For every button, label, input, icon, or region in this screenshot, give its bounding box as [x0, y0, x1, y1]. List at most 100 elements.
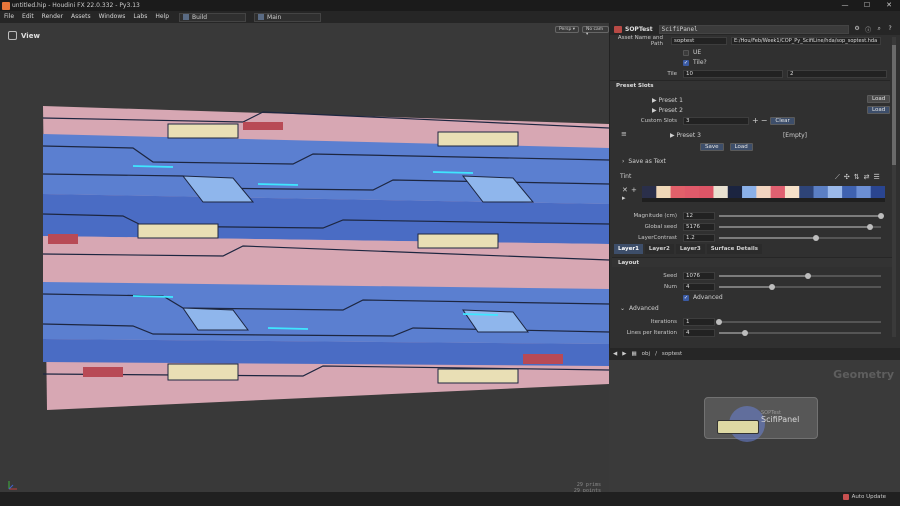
tab-layer2[interactable]: Layer2 — [644, 244, 674, 254]
global-seed-slider[interactable] — [719, 223, 881, 230]
tab-layer1[interactable]: Layer1 — [614, 244, 643, 254]
preset1-label[interactable]: ▶ Preset 1 — [652, 97, 683, 104]
close-button[interactable]: ✕ — [878, 0, 900, 11]
ramp-color-stop[interactable] — [684, 186, 700, 198]
menu-ramp-icon[interactable]: ☰ — [874, 173, 880, 182]
pane-selector[interactable]: Main — [254, 12, 322, 22]
menu-render[interactable]: Render — [38, 11, 67, 23]
ramp-color-stop[interactable] — [742, 186, 757, 198]
slider-knob[interactable] — [805, 272, 812, 279]
tab-surface-details[interactable]: Surface Details — [706, 244, 762, 254]
ramp-color-stop[interactable] — [856, 186, 872, 198]
preset1-load-button[interactable]: Load — [867, 95, 891, 103]
node-name-field[interactable]: ScifiPanel — [658, 24, 849, 34]
menu-help[interactable]: Help — [151, 11, 173, 23]
path-soptest[interactable]: soptest — [662, 351, 682, 357]
flip-ramp-icon[interactable]: ⇅ — [854, 173, 860, 182]
back-arrow-icon[interactable]: ◀ — [613, 351, 617, 357]
info-icon[interactable]: ⓘ — [863, 25, 874, 34]
ramp-color-stop[interactable] — [656, 186, 672, 198]
magnitude-field[interactable]: 12 — [683, 211, 715, 220]
save-as-text-label[interactable]: Save as Text — [628, 158, 665, 165]
scrollbar-thumb[interactable] — [892, 45, 896, 165]
menu-windows[interactable]: Windows — [95, 11, 130, 23]
scifipanel-node[interactable] — [717, 420, 759, 434]
minimize-button[interactable]: — — [834, 0, 856, 11]
persp-menu-button[interactable]: Persp ▾ — [555, 26, 580, 33]
ramp-color-stop[interactable] — [713, 186, 729, 198]
slider-knob[interactable] — [741, 329, 748, 336]
ramp-color-stop[interactable] — [813, 186, 829, 198]
parameter-scrollbar[interactable] — [892, 37, 896, 337]
network-editor[interactable]: Geometry ScifiPanel SOPTest — [609, 360, 900, 492]
load-preset-button[interactable]: Load — [729, 142, 753, 151]
lines-slider[interactable] — [719, 329, 881, 336]
advanced-folder-label[interactable]: Advanced — [629, 305, 659, 312]
move-ramp-icon[interactable]: ✣ — [844, 173, 850, 182]
menu-edit[interactable]: Edit — [18, 11, 38, 23]
play-icon[interactable]: ▸ — [622, 194, 637, 202]
global-seed-field[interactable]: 5176 — [683, 222, 715, 231]
maximize-button[interactable]: ☐ — [856, 0, 878, 11]
clear-slots-button[interactable]: Clear — [770, 116, 795, 125]
help-icon[interactable]: ? — [885, 25, 896, 34]
seed-slider[interactable] — [719, 272, 881, 279]
preset2-load-button[interactable]: Load — [867, 106, 891, 114]
advanced-checkbox[interactable]: ✓ — [683, 294, 689, 301]
gear-icon[interactable]: ⚙ — [852, 25, 863, 34]
edit-ramp-icon[interactable]: ⟋ — [835, 173, 840, 182]
slider-knob[interactable] — [716, 318, 722, 325]
ramp-color-stop[interactable] — [842, 186, 857, 198]
ramp-color-stop[interactable] — [642, 186, 657, 198]
forward-arrow-icon[interactable]: ▶ — [622, 351, 626, 357]
ramp-color-stop[interactable] — [699, 186, 714, 198]
remove-slot-icon[interactable]: − — [761, 116, 768, 125]
preset2-label[interactable]: ▶ Preset 2 — [652, 107, 683, 114]
spread-ramp-icon[interactable]: ⇄ — [864, 173, 870, 182]
tint-color-ramp[interactable] — [642, 186, 885, 202]
slider-knob[interactable] — [813, 234, 820, 241]
num-field[interactable]: 4 — [683, 282, 715, 291]
magnitude-slider[interactable] — [719, 212, 884, 219]
ue-checkbox[interactable] — [683, 49, 689, 56]
ramp-color-stop[interactable] — [870, 186, 885, 198]
menu-labs[interactable]: Labs — [129, 11, 151, 23]
chevron-right-icon[interactable]: › — [622, 158, 624, 165]
drag-handle-icon[interactable]: ≡ — [621, 130, 627, 138]
camera-menu-button[interactable]: No cam ▾ — [582, 26, 609, 37]
save-preset-button[interactable]: Save — [700, 142, 724, 151]
ramp-color-stop[interactable] — [727, 186, 743, 198]
ramp-color-stop[interactable] — [784, 186, 800, 198]
num-slider[interactable] — [719, 283, 881, 290]
seed-field[interactable]: 1076 — [683, 271, 715, 280]
ramp-color-stop[interactable] — [770, 186, 786, 198]
tab-layer3[interactable]: Layer3 — [675, 244, 705, 254]
layer-contrast-field[interactable]: 1.2 — [683, 233, 715, 242]
chevron-down-icon[interactable]: ⌄ — [620, 305, 625, 312]
preset-slots-section[interactable]: Preset Slots — [610, 80, 890, 90]
ramp-color-stop[interactable] — [827, 186, 843, 198]
ramp-color-stop[interactable] — [756, 186, 772, 198]
tile-x-field[interactable]: 10 — [683, 69, 783, 78]
ramp-color-stop[interactable] — [670, 186, 686, 198]
preset3-label[interactable]: ▶ Preset 3 — [670, 132, 701, 139]
layer-contrast-slider[interactable] — [719, 234, 881, 241]
add-key-icon[interactable]: + — [631, 186, 637, 194]
lines-field[interactable]: 4 — [683, 328, 715, 337]
layout-section[interactable]: Layout — [612, 257, 892, 267]
ramp-key-track[interactable] — [642, 198, 885, 202]
iterations-field[interactable]: 1 — [683, 317, 715, 326]
path-obj[interactable]: obj — [642, 351, 650, 357]
tile-y-field[interactable]: 2 — [787, 69, 887, 78]
slider-knob[interactable] — [866, 223, 873, 230]
search-icon[interactable]: ⌕ — [874, 25, 885, 34]
tile-checkbox[interactable]: ✓ — [683, 59, 689, 66]
menu-file[interactable]: File — [0, 11, 18, 23]
custom-slots-field[interactable]: 3 — [683, 116, 749, 125]
desktop-selector[interactable]: Build — [179, 12, 247, 22]
asset-name-field[interactable]: soptest — [671, 36, 727, 45]
slider-knob[interactable] — [769, 283, 776, 290]
slider-knob[interactable] — [878, 212, 884, 219]
iterations-slider[interactable] — [716, 318, 881, 325]
menu-assets[interactable]: Assets — [67, 11, 95, 23]
